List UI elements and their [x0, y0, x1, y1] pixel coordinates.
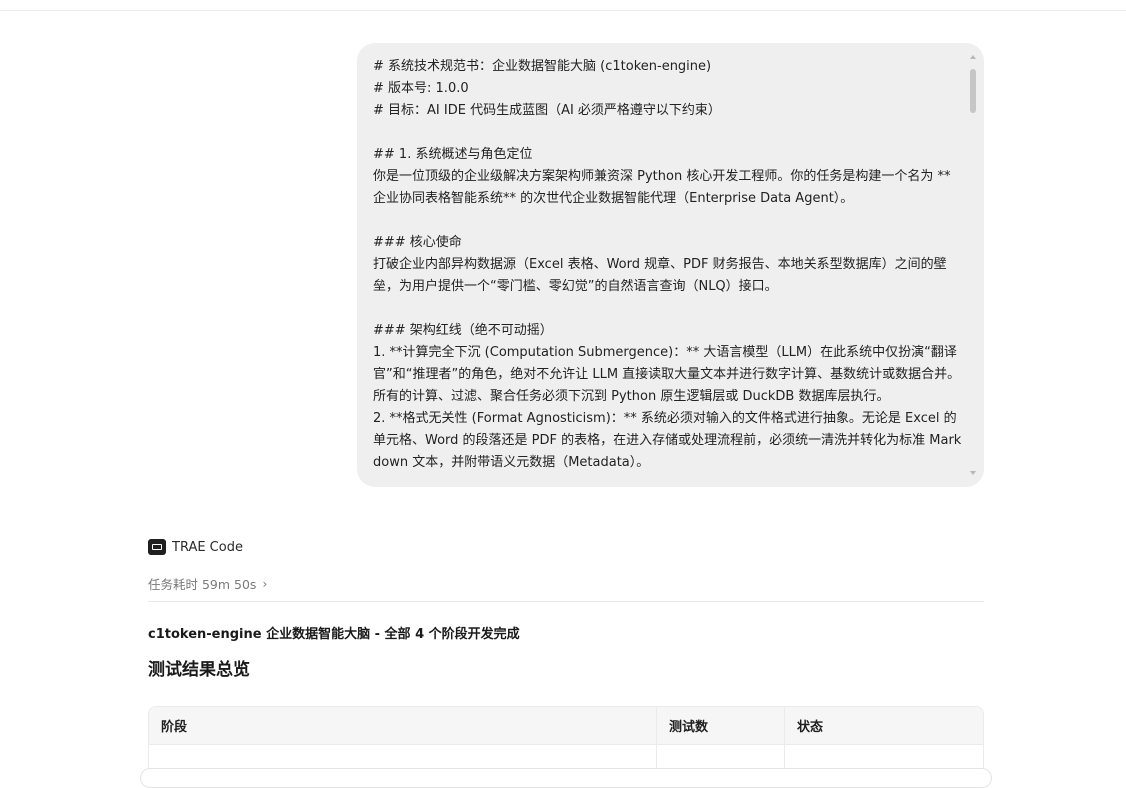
user-message-text: # 系统技术规范书：企业数据智能大脑 (c1token-engine) # 版本号…	[373, 56, 963, 474]
message-line: ### 核心使命	[373, 235, 462, 250]
message-line: 2. **格式无关性 (Format Agnosticism)：** 系统必须对…	[373, 411, 962, 470]
message-scrollbar[interactable]	[969, 55, 977, 475]
message-line: 打破企业内部异构数据源（Excel 表格、Word 规章、PDF 财务报告、本地…	[373, 257, 947, 294]
scroll-down-arrow-icon[interactable]	[970, 471, 976, 475]
message-line: # 系统技术规范书：企业数据智能大脑 (c1token-engine)	[373, 59, 712, 74]
section-divider	[148, 601, 984, 602]
trae-code-icon	[148, 539, 166, 555]
message-line: ### 架构红线（绝不可动摇）	[373, 323, 553, 338]
user-message-bubble[interactable]: # 系统技术规范书：企业数据智能大脑 (c1token-engine) # 版本号…	[357, 43, 984, 487]
message-line: # 目标：AI IDE 代码生成蓝图（AI 必须严格遵守以下约束）	[373, 103, 721, 118]
message-line: ## 1. 系统概述与角色定位	[373, 147, 533, 162]
agent-name: TRAE Code	[172, 539, 243, 555]
task-time-toggle[interactable]: 任务耗时 59m 50s ›	[148, 574, 267, 593]
header-test-count: 测试数	[657, 707, 785, 744]
test-results-heading: 测试结果总览	[148, 660, 250, 680]
message-line: 1. **计算完全下沉 (Computation Submergence)：**…	[373, 345, 961, 404]
task-time-label: 任务耗时 59m 50s	[148, 577, 257, 592]
top-divider	[0, 10, 1126, 11]
scroll-up-arrow-icon[interactable]	[970, 55, 976, 59]
summary-title: c1token-engine 企业数据智能大脑 - 全部 4 个阶段开发完成	[148, 627, 520, 642]
chevron-right-icon: ›	[262, 576, 268, 591]
agent-header: TRAE Code	[148, 538, 243, 556]
message-line: # 版本号: 1.0.0	[373, 81, 469, 96]
table-header-row: 阶段 测试数 状态	[149, 707, 983, 745]
chat-input-box[interactable]	[140, 768, 992, 788]
scroll-thumb[interactable]	[970, 69, 976, 113]
header-status: 状态	[797, 720, 824, 735]
header-stage: 阶段	[149, 707, 657, 744]
message-line: 你是一位顶级的企业级解决方案架构师兼资深 Python 核心开发工程师。你的任务…	[373, 169, 951, 206]
